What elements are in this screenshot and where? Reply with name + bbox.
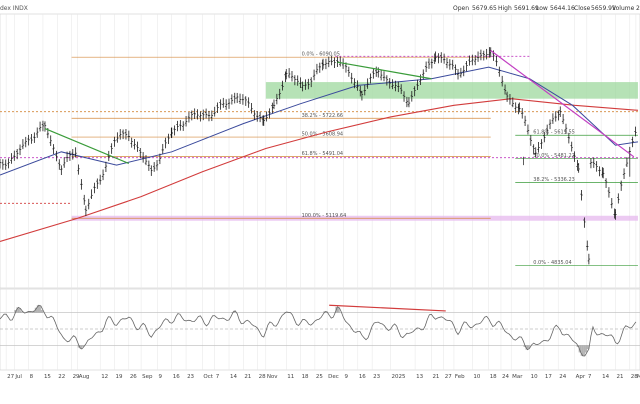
fib-level-label: 38.2% - 5722.66 <box>302 113 344 119</box>
oscillator-x-tick-label: 9 <box>158 374 162 380</box>
oscillator-x-tick-label: 7 <box>588 374 592 380</box>
oscillator-x-tick-label: 25 <box>316 374 323 380</box>
volume-label: Volume <box>612 5 635 12</box>
oscillator-x-tick-label: 18 <box>490 374 497 380</box>
oscillator-x-tick-label: 16 <box>173 374 180 380</box>
oscillator-x-tick-label: Feb <box>455 374 465 380</box>
oscillator-x-tick-label: 14 <box>602 374 609 380</box>
open-value: 5679.65 <box>472 5 497 12</box>
oscillator-x-tick-label: 28 <box>259 374 266 380</box>
oscillator-oversold-fill <box>585 345 587 352</box>
fib-level-label: 61.8% - 5491.04 <box>302 151 344 157</box>
chart-container: dex INDX Open 5679.65 High 5691.69 Low 5… <box>0 0 640 400</box>
oscillator-x-tick-label: Sep <box>142 374 153 380</box>
oscillator-x-tick-label: 27 <box>445 374 452 380</box>
low-value: 5644.16 <box>550 5 575 12</box>
oscillator-x-tick-label: Dec <box>328 374 339 380</box>
oscillator-x-tick-label: 8 <box>30 374 34 380</box>
chart-svg: dex INDX Open 5679.65 High 5691.69 Low 5… <box>0 0 640 400</box>
volume-value: 2 <box>636 5 640 12</box>
oscillator-x-tick-label: 24 <box>502 374 509 380</box>
oscillator-x-tick-label: Mar <box>512 374 523 380</box>
oscillator-x-tick-label: 11 <box>287 374 294 380</box>
oscillator-x-tick-label: 15 <box>44 374 51 380</box>
oscillator-x-tick-label: 21 <box>616 374 623 380</box>
oscillator-x-tick-label: Oct <box>203 374 213 380</box>
oscillator-x-tick-label: 16 <box>359 374 366 380</box>
low-label: Low <box>536 5 548 12</box>
oscillator-x-tick-label: 21 <box>432 374 439 380</box>
oscillator-x-tick-label: Aug <box>79 374 90 380</box>
oscillator-x-tick-label: 23 <box>187 374 194 380</box>
oscillator-x-tick-label: 19 <box>116 374 123 380</box>
oscillator-overbought-fill <box>18 309 20 313</box>
oscillator-x-tick-label: 12 <box>101 374 108 380</box>
oscillator-x-axis: 27Jul8152229Aug121926Sep91623Oct7142128N… <box>7 374 640 380</box>
oscillator-x-tick-label: 24 <box>559 374 566 380</box>
close-label: Close <box>574 5 591 12</box>
oscillator-x-tick-label: Jul <box>14 374 22 380</box>
oscillator-x-tick-label: 10 <box>473 374 480 380</box>
high-label: High <box>498 5 512 12</box>
oscillator-oversold-fill <box>583 345 585 356</box>
fib-level-label: 0.0% - 6090.05 <box>302 52 340 58</box>
oscillator-x-tick-label: Nov <box>267 374 278 380</box>
oscillator-x-tick-label: Apr <box>576 374 586 380</box>
oscillator-x-tick-label: 26 <box>130 374 137 380</box>
oscillator-x-tick-label: 23 <box>373 374 380 380</box>
oscillator-x-tick-label: 17 <box>545 374 552 380</box>
price-band <box>266 82 638 99</box>
fib-level-label: 38.2% - 5336.23 <box>533 177 575 183</box>
oscillator-x-tick-label: 13 <box>416 374 423 380</box>
open-label: Open <box>453 5 469 12</box>
oscillator-panel <box>0 288 640 370</box>
price-panel: 0.0% - 6090.0538.2% - 5722.6650.0% - 560… <box>0 14 640 288</box>
symbol-label: dex INDX <box>0 5 28 12</box>
fib-level-label: 0.0% - 4835.04 <box>533 260 571 266</box>
oscillator-x-tick-label: 21 <box>244 374 251 380</box>
oscillator-x-tick-label: 18 <box>302 374 309 380</box>
oscillator-x-tick-label: 7 <box>216 374 220 380</box>
oscillator-overbought-fill <box>39 306 41 313</box>
oscillator-x-tick-label: 2025 <box>392 374 406 380</box>
fib-level-label: 100.0% - 5119.64 <box>302 213 347 219</box>
oscillator-x-tick-label: 9 <box>345 374 349 380</box>
oscillator-x-tick-label: 14 <box>230 374 237 380</box>
oscillator-x-tick-label: 27 <box>7 374 14 380</box>
oscillator-x-tick-label: 10 <box>531 374 538 380</box>
oscillator-x-tick-label: 22 <box>58 374 65 380</box>
header-readout: dex INDX Open 5679.65 High 5691.69 Low 5… <box>0 5 640 12</box>
